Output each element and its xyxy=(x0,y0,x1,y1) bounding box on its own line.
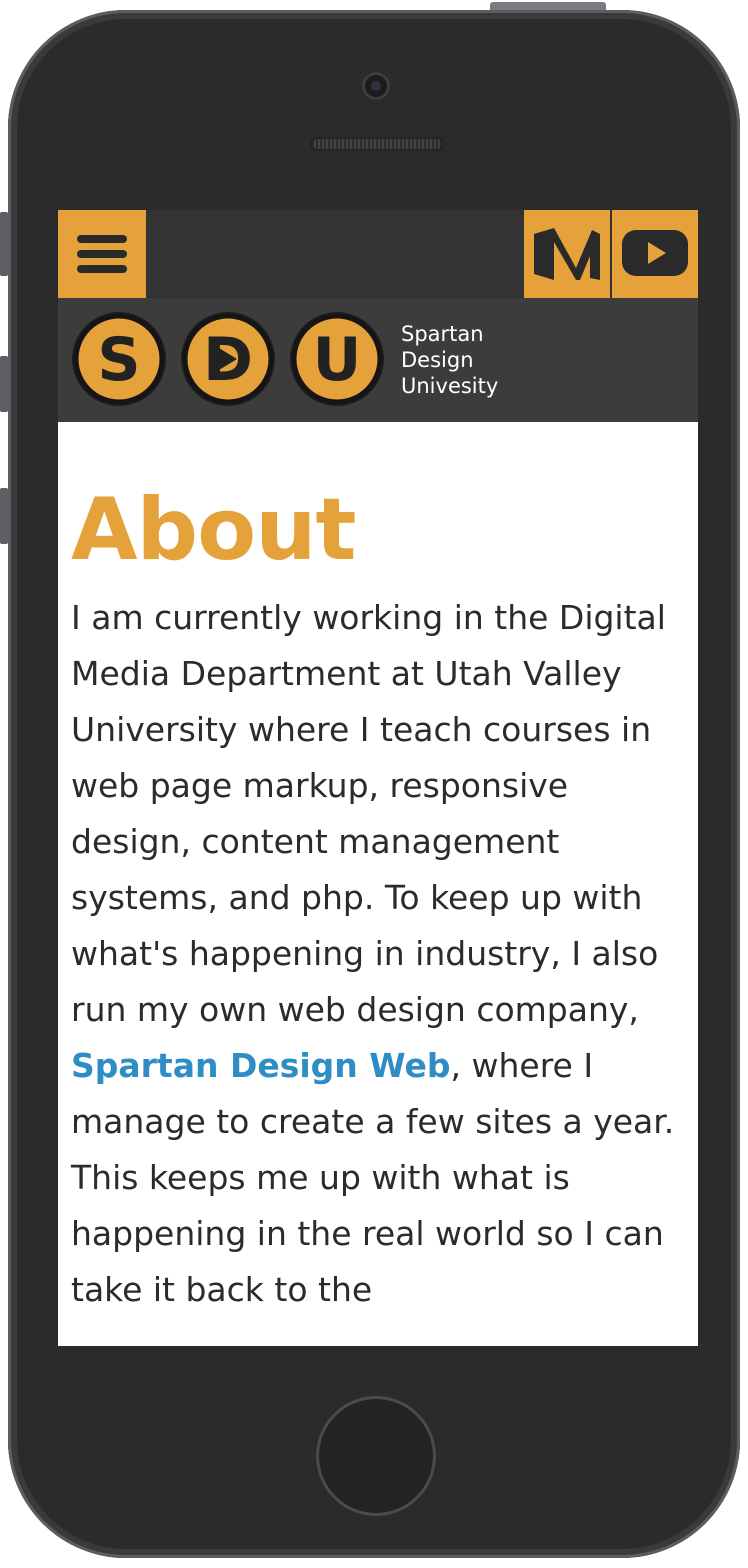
menu-button[interactable] xyxy=(58,210,146,298)
main-content: About I am currently working in the Digi… xyxy=(71,480,691,1318)
brand-bar: S D U Spartan Design Univesity xyxy=(58,298,698,422)
paragraph-text-start: I am currently working in the Digital Me… xyxy=(71,598,666,1029)
medium-link[interactable] xyxy=(524,210,610,298)
volume-up-button xyxy=(0,356,8,412)
home-button[interactable] xyxy=(316,1396,436,1516)
logo-badge-u: U xyxy=(290,312,384,406)
top-navigation-bar xyxy=(58,210,698,298)
brand-name-line-3: Univesity xyxy=(401,374,499,398)
power-button xyxy=(490,2,606,10)
brand-name: Spartan Design Univesity xyxy=(401,321,498,399)
medium-icon xyxy=(534,228,600,280)
paragraph-text-end: , where I manage to create a few sites a… xyxy=(71,1046,675,1309)
earpiece-speaker xyxy=(310,137,444,151)
phone-screen: S D U Spartan Design Univesity xyxy=(58,210,698,1346)
volume-down-button xyxy=(0,488,8,544)
logo-letter-s: S xyxy=(97,325,140,395)
youtube-link[interactable] xyxy=(612,210,698,298)
logo-letter-u: U xyxy=(313,325,362,395)
about-paragraph: I am currently working in the Digital Me… xyxy=(71,590,689,1318)
youtube-icon xyxy=(622,230,688,276)
logo-badge-s: S xyxy=(72,312,166,406)
page-title: About xyxy=(71,480,357,580)
front-camera xyxy=(362,72,390,100)
brand-name-line-1: Spartan xyxy=(401,322,484,346)
mute-switch xyxy=(0,212,8,276)
logo-badge-d: D xyxy=(181,312,275,406)
spartan-design-web-link[interactable]: Spartan Design Web xyxy=(71,1046,451,1085)
brand-name-line-2: Design xyxy=(401,348,474,372)
